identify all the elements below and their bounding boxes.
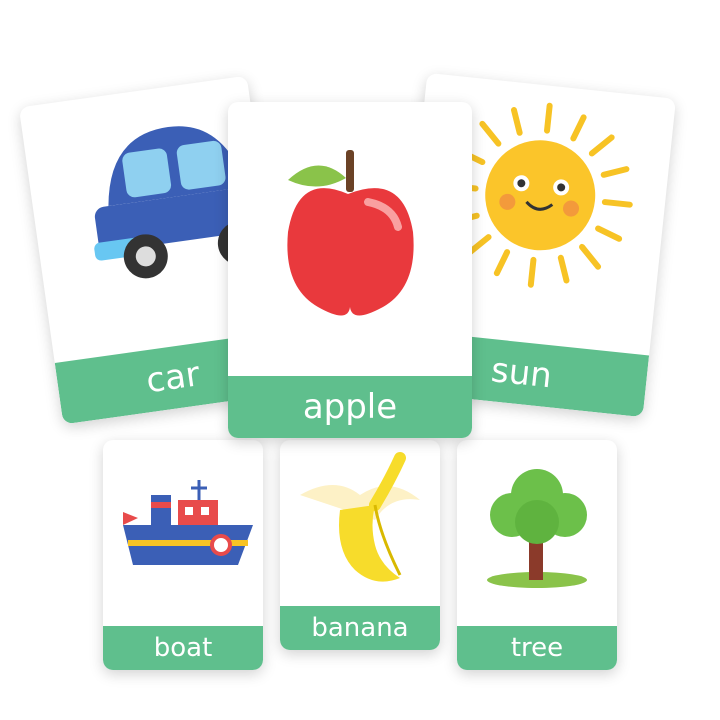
flashcard-boat[interactable]: boat: [103, 440, 263, 670]
flashcard-tree[interactable]: tree: [457, 440, 617, 670]
banana-icon: [300, 452, 420, 582]
flashcard-label-banana: banana: [280, 606, 440, 650]
flashcard-label-boat: boat: [103, 626, 263, 670]
boat-icon: [123, 480, 253, 565]
flashcard-banana[interactable]: banana: [280, 440, 440, 650]
flashcard-apple[interactable]: apple: [228, 102, 472, 438]
tree-icon: [487, 469, 587, 588]
flashcard-label-tree: tree: [457, 626, 617, 670]
apple-icon: [287, 150, 414, 316]
flashcard-label-apple: apple: [228, 376, 472, 438]
